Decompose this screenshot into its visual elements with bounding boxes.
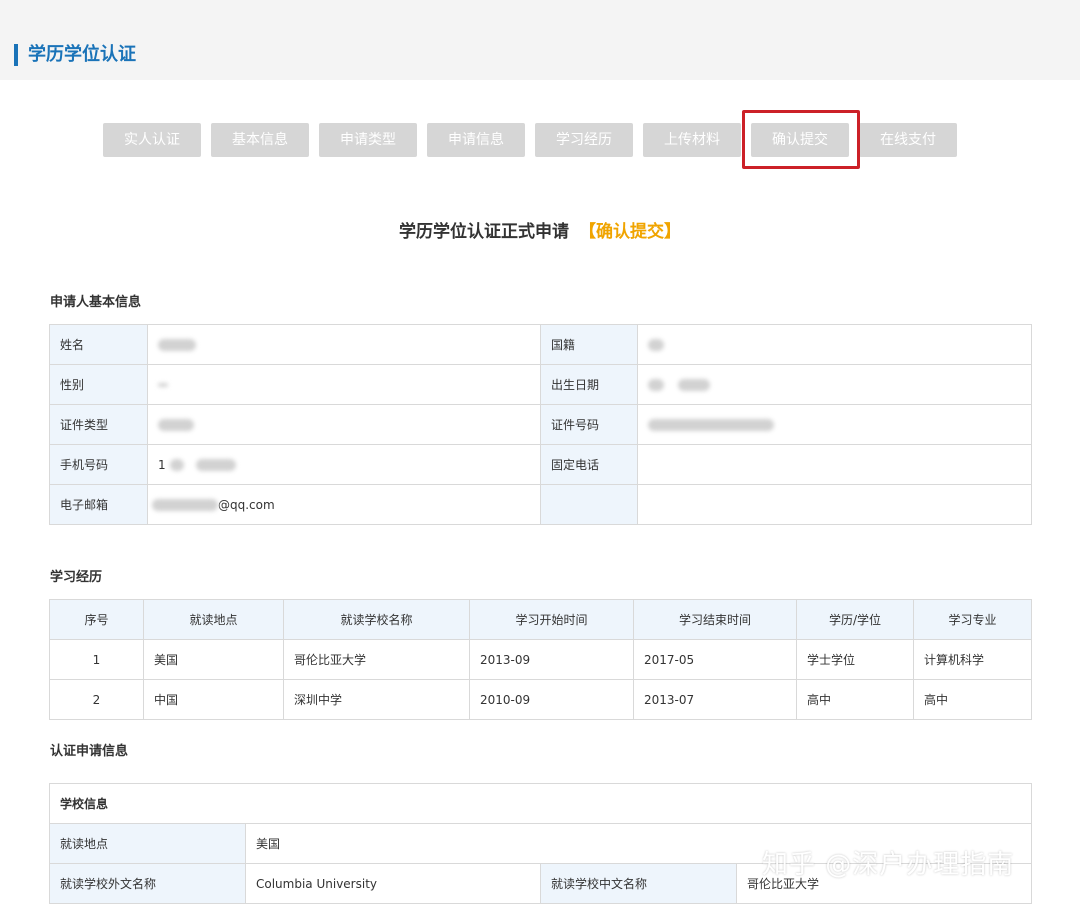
id-type-value — [147, 404, 541, 445]
table-header-row: 学校信息 — [48, 783, 1033, 824]
foreign-name-value: Columbia University — [245, 863, 541, 904]
table-row: 姓名 国籍 — [49, 324, 1032, 365]
table-cell: 高中 — [796, 679, 914, 720]
step-real-person-auth[interactable]: 实人认证 — [103, 123, 201, 157]
table-cell: 哥伦比亚大学 — [283, 639, 470, 680]
birth-date-value — [637, 364, 1032, 405]
watermark: 知乎 @深户办理指南 — [762, 850, 1015, 880]
redacted-value — [648, 339, 664, 351]
redacted-value — [648, 419, 774, 431]
table-row: 1 美国 哥伦比亚大学 2013-09 2017-05 学士学位 计算机科学 — [49, 639, 1032, 680]
mobile-value: 1 — [147, 444, 541, 485]
school-info-title: 学校信息 — [48, 783, 1033, 824]
step-highlight-box — [742, 110, 860, 169]
step-basic-info[interactable]: 基本信息 — [211, 123, 309, 157]
step-online-payment[interactable]: 在线支付 — [859, 123, 957, 157]
table-cell: 美国 — [143, 639, 284, 680]
table-row: 电子邮箱 @qq.com — [49, 484, 1032, 525]
landline-label: 固定电话 — [540, 444, 638, 485]
table-row: 证件类型 证件号码 — [49, 404, 1032, 445]
id-number-label: 证件号码 — [540, 404, 638, 445]
education-table: 序号 就读地点 就读学校名称 学习开始时间 学习结束时间 学历/学位 学习专业 … — [49, 599, 1032, 720]
column-header: 序号 — [49, 599, 144, 640]
table-cell: 2010-09 — [469, 679, 634, 720]
page-title-main: 学历学位认证正式申请 — [399, 222, 569, 242]
table-cell: 1 — [49, 639, 144, 680]
mobile-prefix: 1 — [158, 457, 166, 472]
nationality-value — [637, 324, 1032, 365]
study-location-label: 就读地点 — [49, 823, 246, 864]
page-title-tag: 【确认提交】 — [579, 222, 681, 242]
step-application-type[interactable]: 申请类型 — [319, 123, 417, 157]
step-application-info[interactable]: 申请信息 — [427, 123, 525, 157]
empty-label-cell — [540, 484, 638, 525]
step-study-history[interactable]: 学习经历 — [535, 123, 633, 157]
table-cell: 计算机科学 — [913, 639, 1032, 680]
chinese-name-label: 就读学校中文名称 — [540, 863, 737, 904]
table-cell: 2017-05 — [633, 639, 797, 680]
table-cell: 中国 — [143, 679, 284, 720]
header-accent-bar — [14, 44, 18, 66]
table-row: 性别 出生日期 — [49, 364, 1032, 405]
redacted-value — [677, 379, 710, 391]
step-upload-materials[interactable]: 上传材料 — [643, 123, 741, 157]
birth-date-label: 出生日期 — [540, 364, 638, 405]
empty-value-cell — [637, 484, 1032, 525]
nationality-label: 国籍 — [540, 324, 638, 365]
table-cell: 学士学位 — [796, 639, 914, 680]
education-section-title: 学习经历 — [50, 570, 103, 585]
table-row: 2 中国 深圳中学 2010-09 2013-07 高中 高中 — [49, 679, 1032, 720]
column-header: 就读地点 — [143, 599, 284, 640]
page-header: 学历学位认证 — [0, 0, 1080, 80]
gender-label: 性别 — [49, 364, 148, 405]
email-value: @qq.com — [147, 484, 541, 525]
column-header: 学习结束时间 — [633, 599, 797, 640]
page-header-title: 学历学位认证 — [28, 44, 136, 65]
id-number-value — [637, 404, 1032, 445]
redacted-value — [195, 459, 236, 471]
foreign-name-label: 就读学校外文名称 — [49, 863, 246, 904]
redacted-value — [648, 379, 664, 391]
table-header-row: 序号 就读地点 就读学校名称 学习开始时间 学习结束时间 学历/学位 学习专业 — [49, 599, 1032, 640]
redacted-value — [152, 499, 218, 511]
redacted-value — [158, 383, 168, 387]
gender-value — [147, 364, 541, 405]
table-row: 手机号码 1 固定电话 — [49, 444, 1032, 485]
column-header: 就读学校名称 — [283, 599, 470, 640]
name-value — [147, 324, 541, 365]
table-cell: 2013-09 — [469, 639, 634, 680]
redacted-value — [158, 419, 194, 431]
page-title: 学历学位认证正式申请 【确认提交】 — [0, 220, 1080, 244]
column-header: 学习专业 — [913, 599, 1032, 640]
table-cell: 高中 — [913, 679, 1032, 720]
id-type-label: 证件类型 — [49, 404, 148, 445]
column-header: 学习开始时间 — [469, 599, 634, 640]
redacted-value — [169, 459, 184, 471]
table-cell: 深圳中学 — [283, 679, 470, 720]
email-suffix: @qq.com — [218, 497, 275, 512]
table-cell: 2 — [49, 679, 144, 720]
email-label: 电子邮箱 — [49, 484, 148, 525]
mobile-label: 手机号码 — [49, 444, 148, 485]
landline-value — [637, 444, 1032, 485]
applicant-section-title: 申请人基本信息 — [50, 295, 142, 310]
school-info-table: 学校信息 就读地点 美国 就读学校外文名称 Columbia Universit… — [48, 783, 1033, 904]
column-header: 学历/学位 — [796, 599, 914, 640]
table-cell: 2013-07 — [633, 679, 797, 720]
redacted-value — [158, 339, 196, 351]
name-label: 姓名 — [49, 324, 148, 365]
certification-section-title: 认证申请信息 — [50, 744, 129, 759]
applicant-info-table: 姓名 国籍 性别 出生日期 证件类型 证件号码 手机号码 1 固定电话 电子邮箱… — [49, 324, 1032, 525]
